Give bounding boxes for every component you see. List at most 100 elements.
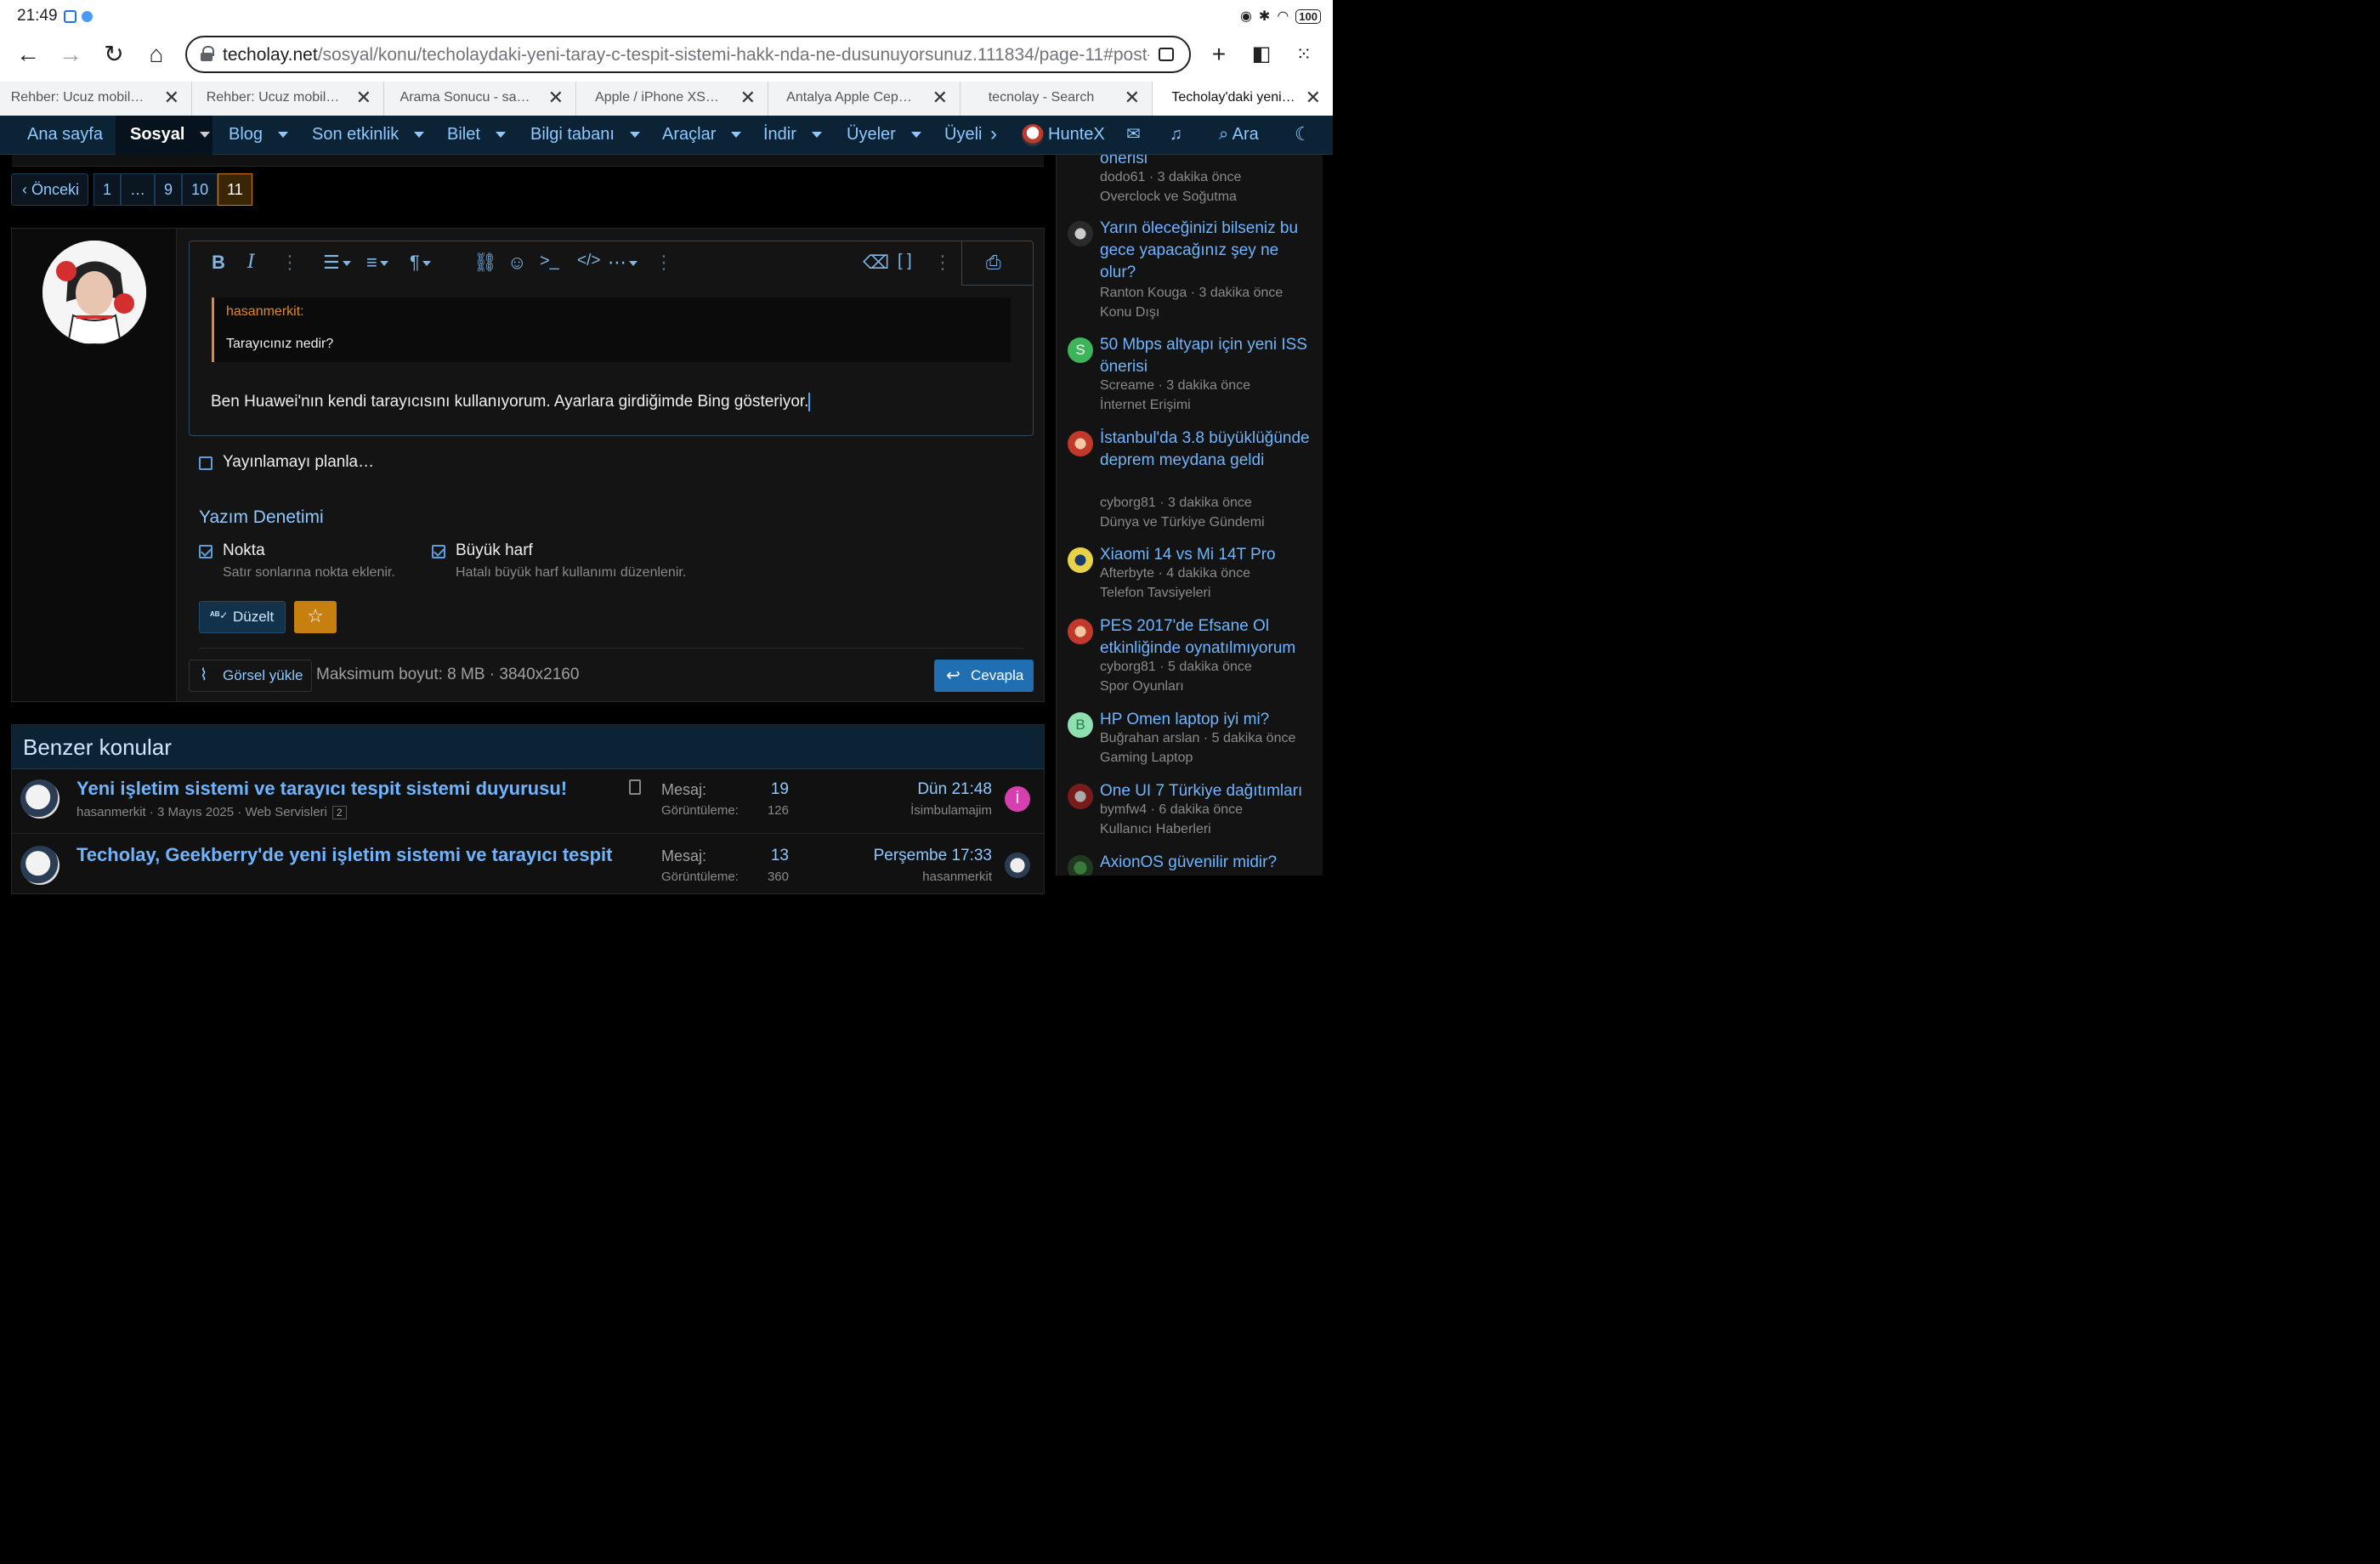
url-text[interactable]: techolay.net/sosyal/konu/techolaydaki-ye… [223, 45, 1149, 65]
bell-icon[interactable]: ♫ [1170, 116, 1182, 155]
more-options-icon[interactable]: ⋮ [654, 252, 673, 274]
sidebar-thread-forum[interactable]: Konu Dışı [1100, 305, 1159, 320]
last-post-date[interactable]: Perşembe 17:33 [822, 847, 992, 865]
page-jump[interactable]: … [121, 173, 156, 206]
browser-tab[interactable]: Rehber: Ucuz mobil… ✕ [0, 82, 192, 116]
thread-row[interactable]: Yeni işletim sistemi ve tarayıcı tespit … [12, 769, 1044, 834]
sidebar-thread-avatar[interactable] [1068, 784, 1093, 809]
caps-checkbox[interactable] [432, 545, 445, 558]
sidebar-thread-title[interactable]: PES 2017'de Efsane Ol etkinliğinde oynat… [1100, 615, 1317, 660]
menu-icon[interactable]: ⁙ [1290, 41, 1318, 68]
sidebar-thread-title[interactable]: Xiaomi 14 vs Mi 14T Pro [1100, 544, 1317, 566]
sidebar-thread-avatar[interactable] [1068, 855, 1093, 876]
dark-mode-icon[interactable]: ☾ [1295, 116, 1312, 155]
nav-recent-activity[interactable]: Son etkinlik [312, 116, 425, 155]
sidebar-thread-forum[interactable]: Overclock ve Soğutma [1100, 190, 1237, 205]
new-tab-icon[interactable]: + [1205, 41, 1232, 68]
fix-button[interactable]: ᴬᴮ✓ Düzelt [199, 601, 286, 633]
address-bar[interactable]: techolay.net/sosyal/konu/techolaydaki-ye… [185, 36, 1191, 73]
sidebar-thread-avatar[interactable]: B [1068, 712, 1093, 738]
thread-author-avatar[interactable] [20, 779, 60, 819]
insert-more-icon[interactable]: ⋯ [608, 252, 638, 274]
reply-button[interactable]: ↩ Cevapla [934, 660, 1034, 692]
italic-icon[interactable]: I [247, 252, 255, 273]
close-icon[interactable]: ✕ [1306, 87, 1321, 109]
browser-tab[interactable]: Arama Sonucu - sa… ✕ [384, 82, 576, 116]
close-icon[interactable]: ✕ [932, 87, 948, 109]
close-icon[interactable]: ✕ [164, 87, 179, 109]
close-icon[interactable]: ✕ [1125, 87, 1140, 109]
page-scrollbar[interactable] [1324, 155, 1333, 876]
close-icon[interactable]: ✕ [356, 87, 371, 109]
last-post-date[interactable]: Dün 21:48 [822, 780, 992, 799]
sidebar-thread-title[interactable]: One UI 7 Türkiye dağıtımları [1100, 780, 1317, 802]
link-icon[interactable]: ⛓ [473, 252, 497, 274]
code-block-icon[interactable]: </> [577, 252, 600, 270]
align-icon[interactable]: ≡ [366, 252, 388, 274]
rich-text-editor[interactable]: B I ⋮ ☰ ≡ ¶ ⛓ ☺ >_ </> ⋯ ⋮ ⌫ [ ] ⋮ ⎙ has… [189, 241, 1034, 436]
nav-membership[interactable]: Üyeli [944, 116, 982, 155]
mail-icon[interactable]: ✉ [1126, 116, 1141, 155]
thread-author-avatar[interactable] [20, 846, 60, 885]
browser-tab[interactable]: tecnolay - Search ✕ [960, 82, 1153, 116]
sidebar-thread-title[interactable]: Yarın öleceğinizi bilseniz bu gece yapac… [1100, 218, 1317, 284]
code-inline-icon[interactable]: >_ [540, 252, 559, 271]
sidebar-thread-title[interactable]: İstanbul'da 3.8 büyüklüğünde deprem meyd… [1100, 428, 1317, 472]
nav-blog[interactable]: Blog [229, 116, 289, 155]
sidebar-thread-forum[interactable]: İnternet Erişimi [1100, 398, 1191, 413]
dot-checkbox[interactable] [199, 545, 212, 558]
sidebar-thread-avatar[interactable] [1068, 221, 1093, 246]
browser-tab[interactable]: Rehber: Ucuz mobil… ✕ [192, 82, 384, 116]
close-icon[interactable]: ✕ [740, 87, 756, 109]
eraser-icon[interactable]: ⌫ [863, 252, 889, 274]
sidebar-thread-title[interactable]: HP Omen laptop iyi mi? [1100, 709, 1317, 731]
bold-icon[interactable]: B [212, 252, 225, 274]
search-button[interactable]: ⌕ Ara [1219, 116, 1259, 155]
nav-members[interactable]: Üyeler [847, 116, 921, 155]
sidebar-thread-title[interactable]: AxionOS güvenilir midir? [1100, 852, 1317, 874]
page-link[interactable]: 10 [182, 173, 218, 206]
home-icon[interactable]: ⌂ [143, 41, 170, 68]
nav-scroll-right-icon[interactable]: › [990, 116, 997, 155]
sidebar-thread-forum[interactable]: Telefon Tavsiyeleri [1100, 586, 1210, 601]
thread-title[interactable]: Yeni işletim sistemi ve tarayıcı tespit … [76, 778, 567, 800]
user-name[interactable]: HunteX [1048, 116, 1105, 155]
browser-tab-active[interactable]: Techolay'daki yeni… ✕ [1153, 82, 1333, 116]
preview-button[interactable]: ⎙ [961, 241, 1033, 286]
nav-knowledge-base[interactable]: Bilgi tabanı [530, 116, 640, 155]
split-view-icon[interactable]: ◧ [1248, 41, 1275, 68]
schedule-checkbox[interactable] [199, 456, 212, 470]
reload-icon[interactable]: ↻ [100, 41, 128, 68]
sidebar-thread-forum[interactable]: Gaming Laptop [1100, 751, 1193, 766]
upload-image-button[interactable]: ⌇ Görsel yükle [189, 660, 312, 692]
browser-tab[interactable]: Antalya Apple Cep… ✕ [768, 82, 960, 116]
list-icon[interactable]: ☰ [323, 252, 351, 274]
more-tools-icon[interactable]: ⋮ [933, 252, 952, 274]
last-poster[interactable]: İsimbulamajim [822, 803, 992, 818]
nav-ticket[interactable]: Bilet [447, 116, 506, 155]
nav-sosyal[interactable]: Sosyal [116, 116, 212, 155]
thread-row[interactable]: Techolay, Geekberry'de yeni işletim sist… [12, 836, 1044, 900]
thread-title[interactable]: Techolay, Geekberry'de yeni işletim sist… [76, 844, 613, 866]
favorite-button[interactable]: ☆ [294, 601, 337, 633]
sidebar-thread-title[interactable]: 50 Mbps altyapı için yeni ISS önerisi [1100, 334, 1317, 378]
emoji-icon[interactable]: ☺ [507, 252, 526, 274]
page-link[interactable]: 1 [94, 173, 122, 206]
back-icon[interactable]: ← [14, 41, 42, 68]
last-poster[interactable]: hasanmerkit [822, 870, 992, 884]
tab-switcher-icon[interactable] [1159, 48, 1174, 61]
user-avatar[interactable] [1022, 124, 1044, 146]
paragraph-icon[interactable]: ¶ [410, 252, 431, 274]
more-text-icon[interactable]: ⋮ [280, 252, 299, 274]
sidebar-thread-avatar[interactable] [1068, 431, 1093, 456]
sidebar-thread-avatar[interactable] [1068, 547, 1093, 573]
close-icon[interactable]: ✕ [548, 87, 564, 109]
nav-download[interactable]: İndir [763, 116, 822, 155]
sidebar-thread-forum[interactable]: Kullanıcı Haberleri [1100, 822, 1211, 837]
last-poster-avatar[interactable] [1005, 853, 1030, 878]
editor-body[interactable]: Ben Huawei'nın kendi tarayıcısını kullan… [211, 393, 811, 411]
nav-tools[interactable]: Araçlar [662, 116, 742, 155]
sidebar-thread-avatar[interactable] [1068, 619, 1093, 644]
sidebar-thread-forum[interactable]: Dünya ve Türkiye Gündemi [1100, 515, 1265, 530]
nav-home[interactable]: Ana sayfa [27, 116, 103, 155]
